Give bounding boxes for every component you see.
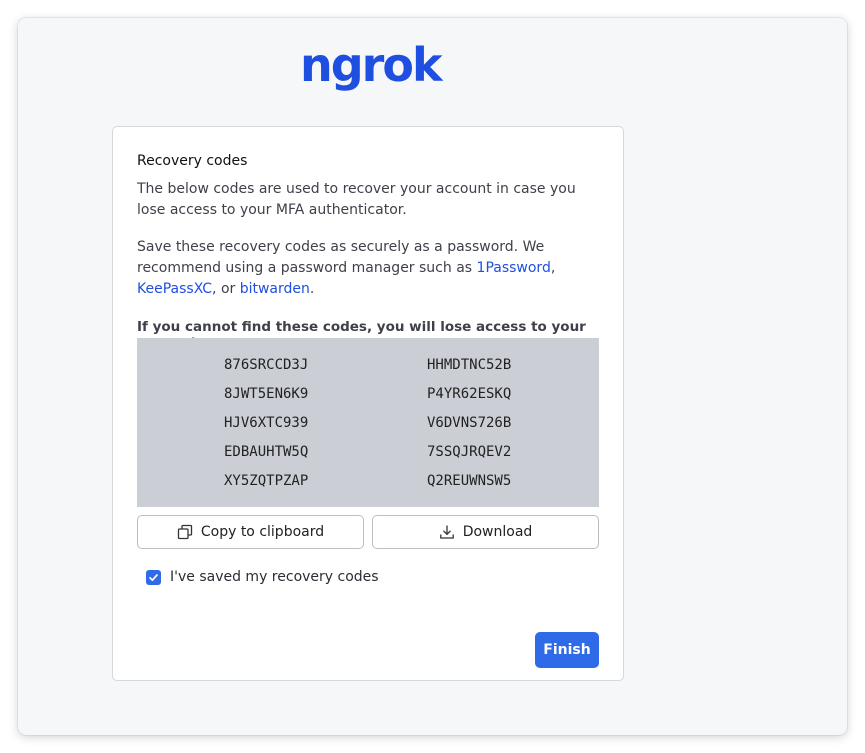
password-manager-text: Save these recovery codes as securely as… — [137, 237, 607, 300]
recovery-code: HJV6XTC939 — [224, 415, 309, 431]
recovery-code: Q2REUWNSW5 — [427, 473, 512, 489]
app-window: ngrok Recovery codes The below codes are… — [18, 18, 847, 735]
separator: , or — [212, 281, 240, 297]
link-1password[interactable]: 1Password — [477, 260, 551, 276]
card-title: Recovery codes — [137, 153, 248, 169]
link-bitwarden[interactable]: bitwarden — [240, 281, 310, 297]
checkmark-icon — [149, 573, 158, 581]
saved-codes-label: I've saved my recovery codes — [170, 569, 379, 585]
recovery-code: HHMDTNC52B — [427, 357, 512, 373]
ngrok-logo: ngrok — [300, 38, 443, 92]
recovery-code: 8JWT5EN6K9 — [224, 386, 309, 402]
intro-text: The below codes are used to recover your… — [137, 181, 576, 218]
recovery-code: P4YR62ESKQ — [427, 386, 512, 402]
recovery-code: 876SRCCD3J — [224, 357, 309, 373]
separator: , — [550, 260, 556, 276]
period: . — [309, 281, 315, 297]
recovery-code: XY5ZQTPZAP — [224, 473, 309, 489]
recovery-code: 7SSQJRQEV2 — [427, 444, 512, 460]
recovery-code: V6DVNS726B — [427, 415, 512, 431]
link-keepassxc[interactable]: KeePassXC — [137, 281, 212, 297]
copy-button-label: Copy to clipboard — [200, 524, 325, 540]
copy-icon — [177, 524, 193, 540]
download-icon — [439, 524, 455, 540]
copy-to-clipboard-button[interactable]: Copy to clipboard — [137, 515, 364, 549]
recovery-codes-card: Recovery codes The below codes are used … — [112, 126, 624, 681]
download-button[interactable]: Download — [372, 515, 599, 549]
finish-button[interactable]: Finish — [535, 632, 599, 668]
saved-codes-checkbox-row[interactable]: I've saved my recovery codes — [146, 569, 379, 585]
download-button-label: Download — [462, 524, 533, 540]
saved-codes-checkbox[interactable] — [146, 569, 161, 585]
codes-box: 876SRCCD3J 8JWT5EN6K9 HJV6XTC939 EDBAUHT… — [137, 338, 599, 507]
recovery-code: EDBAUHTW5Q — [224, 444, 309, 460]
